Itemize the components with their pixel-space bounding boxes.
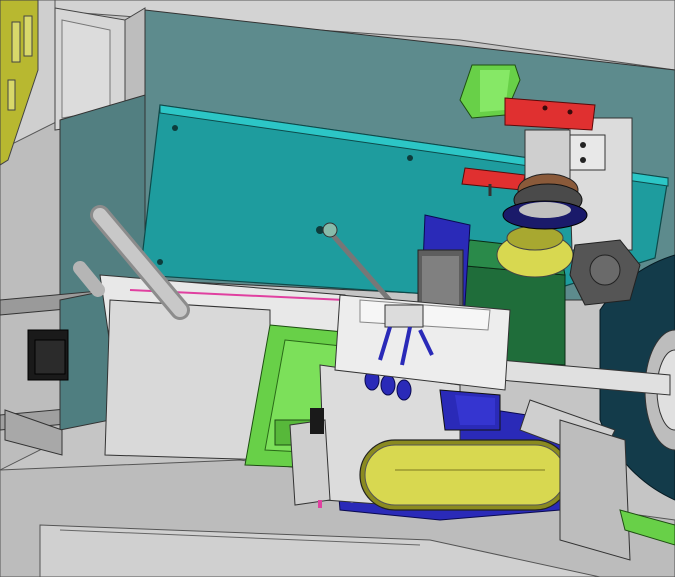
yellow-belt-conveyor <box>359 439 571 511</box>
cad-viewport[interactable] <box>0 0 675 577</box>
yellow-collar <box>496 225 574 278</box>
pink-marker <box>318 500 322 508</box>
cad-scene <box>0 0 675 577</box>
